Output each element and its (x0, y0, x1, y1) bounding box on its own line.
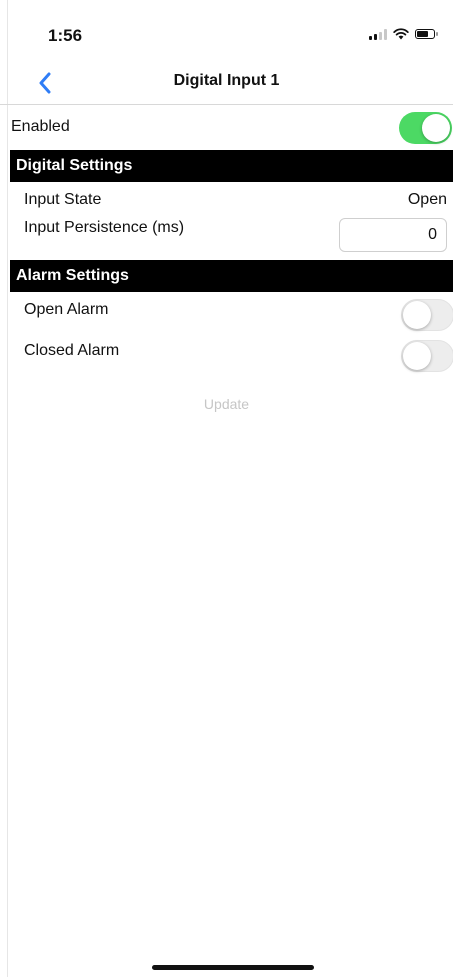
section-title: Alarm Settings (16, 267, 129, 284)
update-button[interactable]: Update (0, 396, 453, 412)
closed-alarm-label: Closed Alarm (24, 342, 120, 359)
open-alarm-row: Open Alarm (0, 294, 453, 334)
section-header-digital-settings: Digital Settings (10, 150, 453, 182)
enabled-toggle[interactable] (399, 112, 452, 144)
status-bar: 1:56 (0, 0, 453, 62)
closed-alarm-row: Closed Alarm (0, 334, 453, 374)
open-alarm-toggle[interactable] (401, 299, 453, 331)
enabled-row: Enabled (0, 106, 453, 150)
section-title: Digital Settings (16, 157, 133, 174)
home-indicator (152, 965, 314, 970)
battery-icon (415, 29, 438, 39)
open-alarm-label: Open Alarm (24, 301, 109, 318)
input-persistence-label: Input Persistence (ms) (24, 219, 185, 236)
status-icons (369, 28, 438, 40)
wifi-icon (393, 28, 409, 40)
navigation-bar: Digital Input 1 (0, 62, 453, 105)
input-state-label: Input State (24, 191, 102, 208)
closed-alarm-toggle[interactable] (401, 340, 453, 372)
input-state-value: Open (407, 191, 447, 208)
section-header-alarm-settings: Alarm Settings (10, 260, 453, 292)
cellular-signal-icon (369, 28, 387, 40)
input-state-row: Input State Open (0, 184, 453, 214)
enabled-label: Enabled (11, 118, 70, 135)
input-persistence-field[interactable] (339, 218, 447, 252)
toggle-knob (403, 342, 431, 370)
status-time: 1:56 (48, 26, 83, 45)
toggle-knob (422, 114, 450, 142)
toggle-knob (403, 301, 431, 329)
page-title: Digital Input 1 (173, 72, 280, 89)
